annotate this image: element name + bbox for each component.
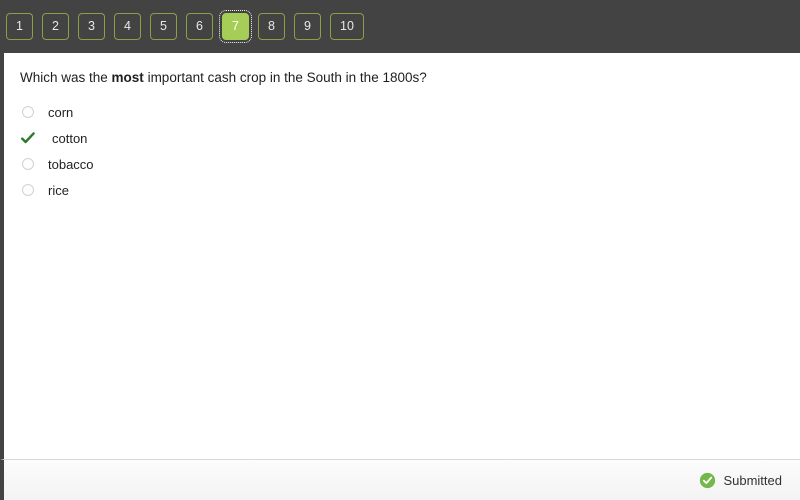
question-nav-button-3[interactable]: 3 [78,13,105,40]
check-circle-icon [700,472,716,488]
question-panel: Which was the most important cash crop i… [0,53,800,459]
question-nav-button-5[interactable]: 5 [150,13,177,40]
question-nav-button-4[interactable]: 4 [114,13,141,40]
radio-unselected-icon[interactable] [22,106,34,118]
question-nav-button-9[interactable]: 9 [294,13,321,40]
radio-unselected-icon[interactable] [22,158,34,170]
status-badge: Submitted [699,472,782,489]
question-navigator: 1 2 3 4 5 6 7 8 9 10 [0,0,800,53]
question-prompt-prefix: Which was the [20,70,112,85]
answer-option-label: corn [48,104,74,120]
answer-option-tobacco[interactable]: tobacco [4,151,800,177]
answer-option-label: cotton [52,130,88,146]
answer-option-label: tobacco [48,156,94,172]
question-nav-button-6[interactable]: 6 [186,13,213,40]
answer-option-list: corn cotton tobacco rice [4,87,800,203]
answer-option-rice[interactable]: rice [4,177,800,203]
question-nav-button-2[interactable]: 2 [42,13,69,40]
quiz-screen: 1 2 3 4 5 6 7 8 9 10 Which was the most … [0,0,800,500]
question-prompt-emphasis: most [111,70,144,85]
answer-option-label: rice [48,182,69,198]
question-prompt-suffix: important cash crop in the South in the … [143,70,427,85]
green-check-icon [21,132,35,144]
question-nav-button-7[interactable]: 7 [219,10,252,43]
status-label: Submitted [723,472,782,488]
answer-option-corn[interactable]: corn [4,99,800,125]
status-bar: Submitted [0,459,800,500]
question-navigator-list: 1 2 3 4 5 6 7 8 9 10 [6,10,364,43]
question-nav-button-8[interactable]: 8 [258,13,285,40]
question-prompt: Which was the most important cash crop i… [4,53,800,87]
question-nav-button-1[interactable]: 1 [6,13,33,40]
answer-option-cotton[interactable]: cotton [4,125,800,151]
question-nav-button-10[interactable]: 10 [330,13,364,40]
radio-unselected-icon[interactable] [22,184,34,196]
